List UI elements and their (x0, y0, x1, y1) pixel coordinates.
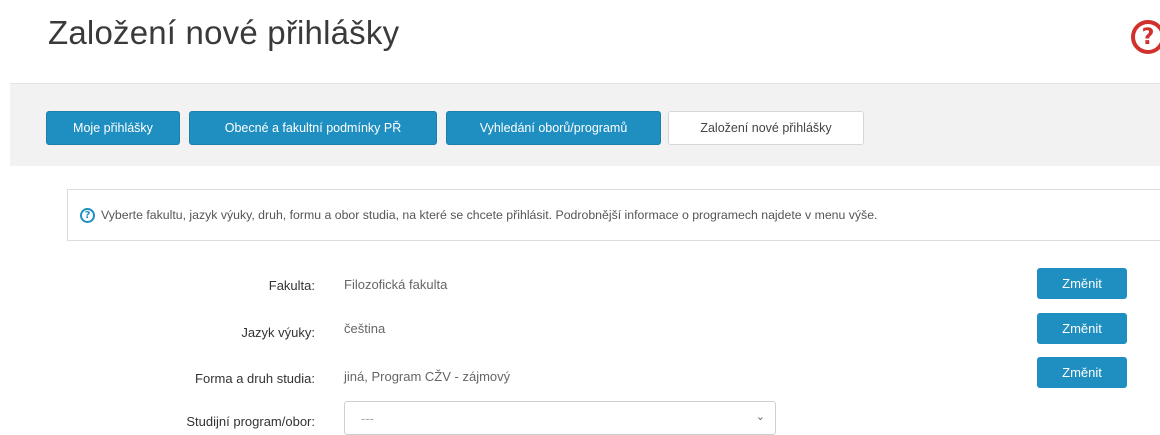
change-fakulta-button[interactable]: Změnit (1037, 268, 1127, 299)
tab-bar: Moje přihlášky Obecné a fakultní podmínk… (10, 83, 1160, 166)
change-forma-button[interactable]: Změnit (1037, 357, 1127, 388)
program-select[interactable]: --- ⌄ (344, 401, 776, 435)
info-box: ? Vyberte fakultu, jazyk výuky, druh, fo… (67, 189, 1160, 241)
tab-moje-prihlasky[interactable]: Moje přihlášky (46, 111, 180, 145)
forma-value: jiná, Program CŽV - zájmový (344, 369, 511, 384)
program-select-value: --- (361, 410, 374, 426)
fakulta-value: Filozofická fakulta (344, 277, 448, 292)
jazyk-label: Jazyk výuky: (241, 325, 315, 340)
fakulta-label: Fakulta: (268, 278, 315, 293)
tab-obecne-podminky[interactable]: Obecné a fakultní podmínky PŘ (189, 111, 437, 145)
forma-label: Forma a druh studia: (195, 371, 315, 386)
page-title: Založení nové přihlášky (48, 14, 400, 51)
chevron-down-icon: ⌄ (755, 410, 765, 423)
tab-vyhledani-oboru[interactable]: Vyhledání oborů/programů (446, 111, 661, 145)
tab-zalozeni-prihlasky[interactable]: Založení nové přihlášky (668, 111, 864, 145)
info-text: Vyberte fakultu, jazyk výuky, druh, form… (101, 208, 878, 222)
change-jazyk-button[interactable]: Změnit (1037, 313, 1127, 344)
help-icon[interactable]: ? (1131, 20, 1160, 54)
question-circle-icon: ? (80, 207, 95, 223)
jazyk-value: čeština (344, 321, 386, 336)
program-label: Studijní program/obor: (186, 414, 315, 429)
